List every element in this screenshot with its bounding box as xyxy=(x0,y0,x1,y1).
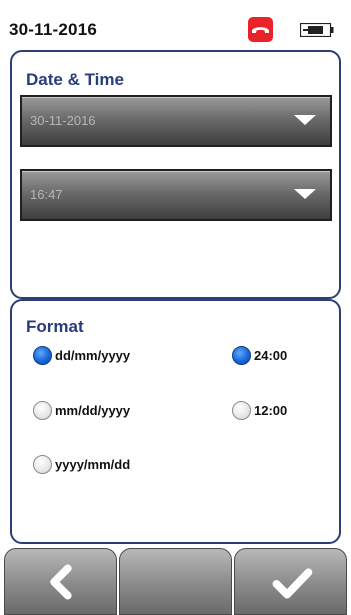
format-title: Format xyxy=(26,317,84,336)
radio-selected-icon xyxy=(33,345,52,365)
time-dropdown[interactable]: 16:47 xyxy=(20,169,332,221)
format-panel: Format dd/mm/yyyy mm/dd/yyyy yyyy/mm/dd … xyxy=(10,299,341,544)
radio-unselected-icon xyxy=(33,400,52,420)
radio-time-format-12h[interactable]: 12:00 xyxy=(232,399,287,421)
date-time-title: Date & Time xyxy=(26,70,124,89)
phone-hangup-icon[interactable] xyxy=(248,17,273,42)
radio-unselected-icon xyxy=(33,454,52,474)
radio-selected-icon xyxy=(232,345,251,365)
chevron-down-icon xyxy=(294,189,316,199)
time-dropdown-value: 16:47 xyxy=(30,187,63,202)
device-screen: 30-11-2016 Date & Time 30-11-2016 16:47 xyxy=(0,0,351,615)
radio-date-format-yyyymmdd[interactable]: yyyy/mm/dd xyxy=(33,453,130,475)
back-button[interactable] xyxy=(4,548,117,615)
battery-glyph xyxy=(299,22,334,38)
status-date: 30-11-2016 xyxy=(9,20,98,39)
empty-nav-button[interactable] xyxy=(119,548,232,615)
chevron-down-icon xyxy=(294,115,316,125)
date-dropdown[interactable]: 30-11-2016 xyxy=(20,95,332,147)
radio-time-format-24h[interactable]: 24:00 xyxy=(232,344,287,366)
battery-icon xyxy=(299,22,334,38)
date-dropdown-value: 30-11-2016 xyxy=(30,113,96,128)
status-bar: 30-11-2016 xyxy=(0,0,351,52)
chevron-left-icon xyxy=(50,564,72,600)
radio-label: mm/dd/yyyy xyxy=(55,402,131,418)
checkmark-icon xyxy=(272,568,313,599)
radio-label: 12:00 xyxy=(254,402,288,418)
phone-hangup-glyph xyxy=(252,27,269,33)
date-time-panel: Date & Time 30-11-2016 16:47 xyxy=(10,50,341,299)
radio-label: 24:00 xyxy=(254,347,288,363)
radio-label: dd/mm/yyyy xyxy=(55,347,131,363)
radio-date-format-mmddyyyy[interactable]: mm/dd/yyyy xyxy=(33,399,130,421)
radio-label: yyyy/mm/dd xyxy=(55,456,131,472)
confirm-button[interactable] xyxy=(234,548,347,615)
radio-unselected-icon xyxy=(232,400,251,420)
radio-date-format-ddmmyyyy[interactable]: dd/mm/yyyy xyxy=(33,344,130,366)
